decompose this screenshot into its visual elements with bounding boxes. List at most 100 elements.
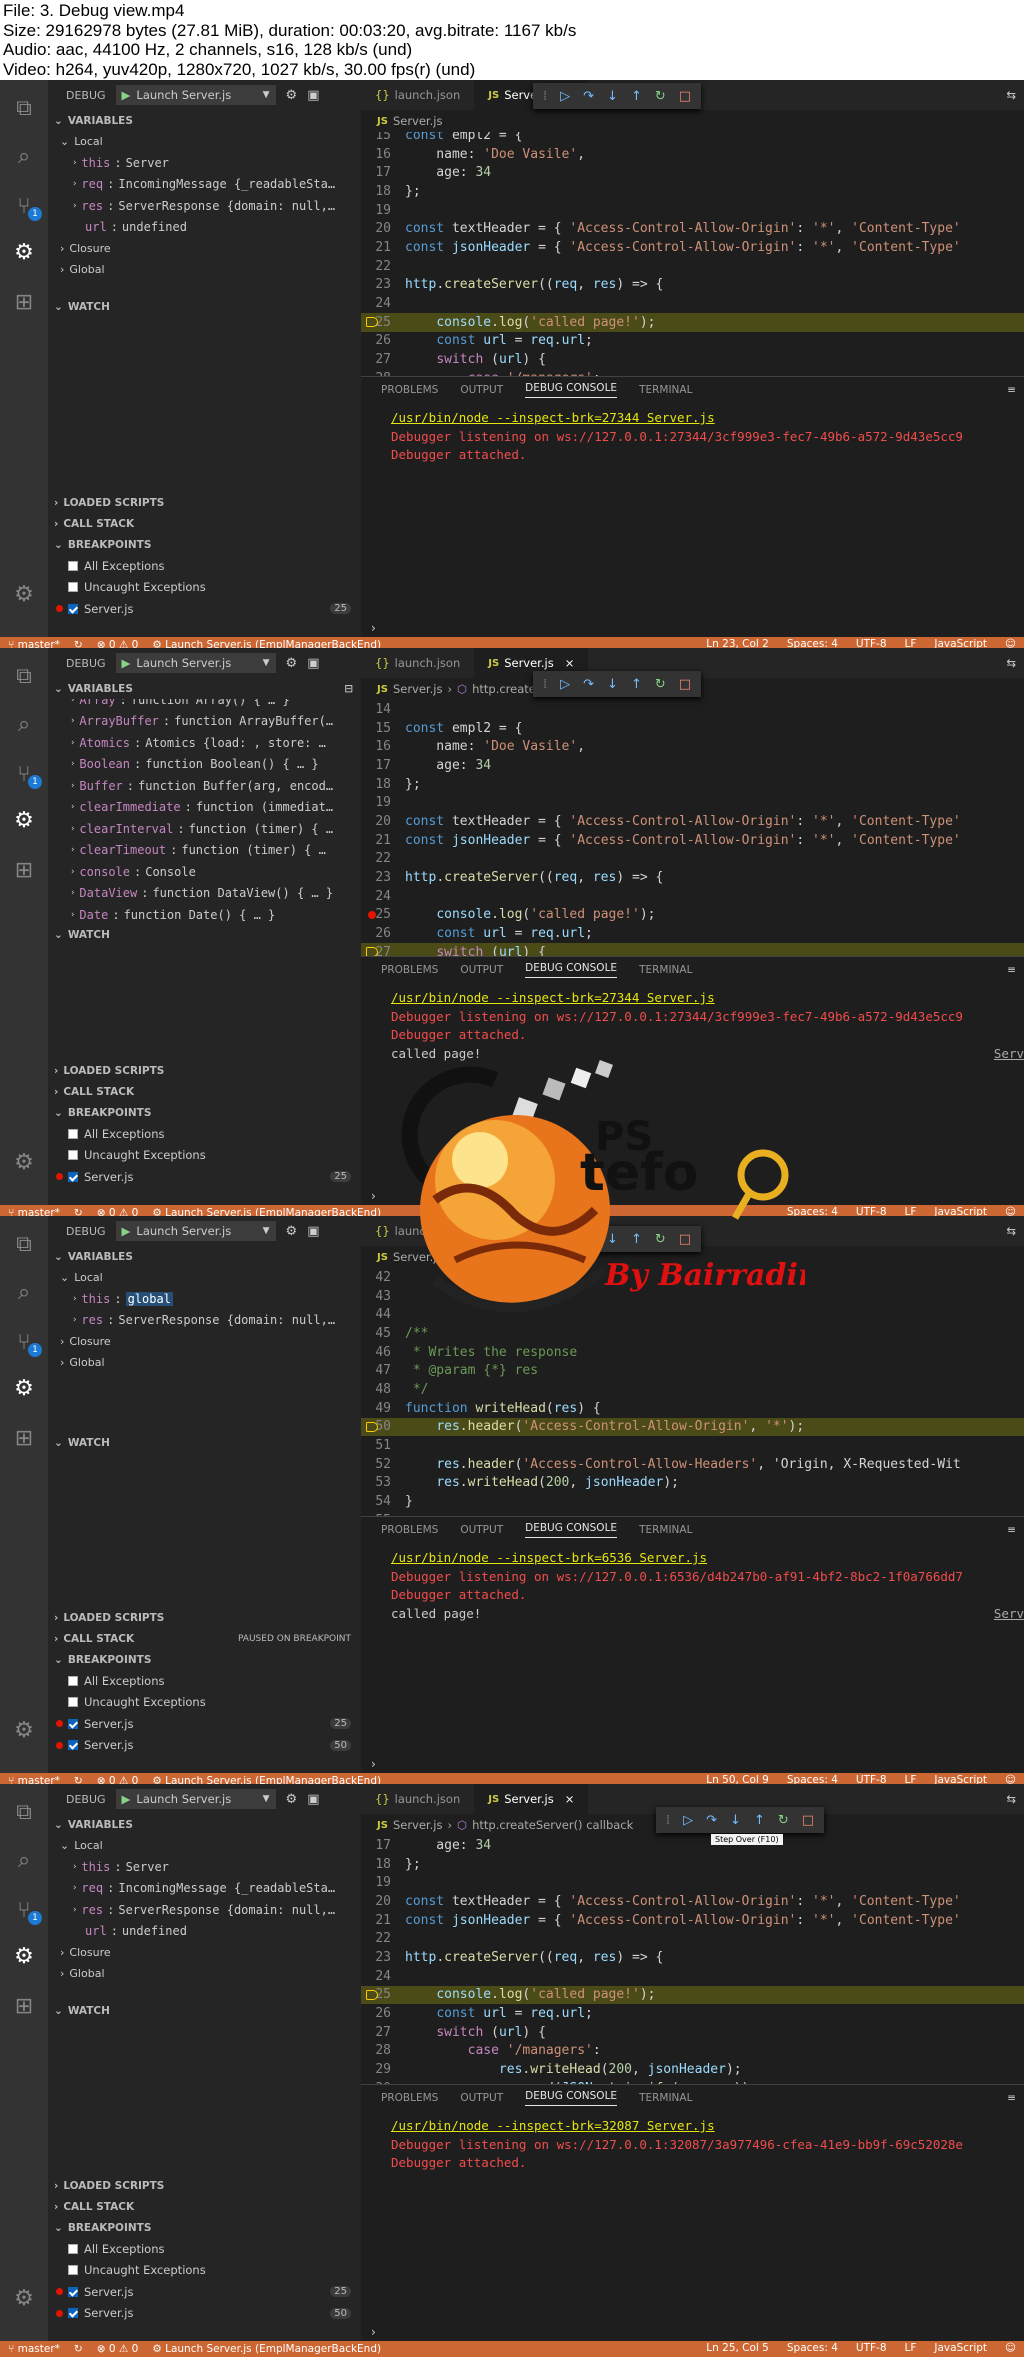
breadcrumb-file[interactable]: Server.js (393, 1818, 443, 1832)
manage-gear-icon[interactable]: ⚙ (10, 580, 38, 608)
start-debug-icon[interactable]: ▶ (122, 88, 131, 102)
debug-icon[interactable]: ⚙ (10, 238, 38, 266)
panel-menu-icon[interactable]: ≡ (1007, 384, 1016, 396)
sync-icon[interactable]: ↻ (74, 2343, 83, 2355)
launch-config-select[interactable]: ▶ Launch Server.js ▼ (115, 85, 276, 105)
code-line[interactable]: 16 name: 'Doe Vasile', (361, 145, 1024, 164)
global-scope[interactable]: › Global (48, 1352, 361, 1373)
watch-section-header[interactable]: ⌄ WATCH (48, 924, 361, 945)
restart-icon[interactable]: ↻ (655, 89, 666, 104)
breakpoints-header[interactable]: ⌄ BREAKPOINTS (48, 1102, 361, 1123)
code-line[interactable]: 24 (361, 294, 1024, 313)
loaded-scripts-header[interactable]: › LOADED SCRIPTS (48, 1060, 361, 1081)
code-editor[interactable]: 14 15 const empl2 = {16 name: 'Doe Vasile'… (361, 700, 1024, 956)
breakpoints-header[interactable]: ⌄ BREAKPOINTS (48, 1649, 361, 1670)
branch-status[interactable]: ⑂ master* (8, 2343, 60, 2355)
code-line[interactable]: 22 (361, 850, 1024, 869)
checkbox[interactable] (68, 1128, 78, 1139)
code-line[interactable]: 49 function writeHead(res) { (361, 1399, 1024, 1418)
search-icon[interactable]: ⌕ (10, 1278, 38, 1306)
extensions-icon[interactable]: ⊞ (10, 288, 38, 316)
checkbox[interactable] (68, 560, 78, 571)
source-control-icon[interactable]: ⑂ 1 (10, 1328, 42, 1357)
code-editor[interactable]: 17 age: 34 18}; 19 20 const textHeader = { '… (361, 1836, 1024, 2084)
code-line[interactable]: 20 const textHeader = { 'Access-Control-A… (361, 219, 1024, 238)
settings-gear-icon[interactable]: ⚙ (286, 88, 298, 103)
search-icon[interactable]: ⌕ (10, 142, 38, 170)
code-line[interactable]: 25 console.log('called page!'); (361, 312, 1024, 332)
step-out-icon[interactable]: ↑ (631, 89, 642, 104)
file-breakpoint[interactable]: Server.js 25 (48, 1166, 361, 1188)
code-line[interactable]: 26 const url = req.url; (361, 332, 1024, 351)
terminal-icon[interactable]: ▣ (307, 1224, 319, 1239)
variable-row[interactable]: › clearImmediate: function (immediat… (48, 797, 361, 819)
code-line[interactable]: 54} (361, 1492, 1024, 1511)
settings-gear-icon[interactable]: ⚙ (286, 1224, 298, 1239)
checkbox[interactable] (68, 1675, 78, 1686)
local-scope[interactable]: ⌄ Local (48, 1267, 361, 1288)
start-debug-icon[interactable]: ▶ (122, 1224, 131, 1238)
tab-output[interactable]: OUTPUT (460, 1524, 503, 1536)
launch-config-select[interactable]: ▶ Launch Server.js ▼ (115, 1221, 276, 1241)
file-breakpoint[interactable]: Server.js 25 (48, 598, 361, 620)
close-icon[interactable]: × (565, 656, 575, 670)
code-line[interactable]: 17 age: 34 (361, 756, 1024, 775)
checkbox[interactable] (68, 1718, 78, 1729)
extensions-icon[interactable]: ⊞ (10, 1424, 38, 1452)
manage-gear-icon[interactable]: ⚙ (10, 2284, 38, 2312)
code-line[interactable]: 19 (361, 1873, 1024, 1892)
smiley-icon[interactable]: ☺ (1005, 2342, 1016, 2354)
watch-section-header[interactable]: ⌄ WATCH (48, 2000, 361, 2021)
variable-row[interactable]: › Boolean: function Boolean() { … } (48, 754, 361, 776)
tab-problems[interactable]: PROBLEMS (381, 384, 438, 396)
code-line[interactable]: 17 age: 34 (361, 163, 1024, 182)
variable-row[interactable]: › req: IncomingMessage {_readableSta… (48, 174, 361, 196)
global-scope[interactable]: › Global (48, 259, 361, 280)
all-exceptions-breakpoint[interactable]: All Exceptions (48, 2238, 361, 2260)
variable-row[interactable]: › req: IncomingMessage {_readableSta… (48, 1878, 361, 1900)
code-line[interactable]: 21 const jsonHeader = { 'Access-Control-A… (361, 831, 1024, 850)
call-stack-header[interactable]: › CALL STACK (48, 1081, 361, 1102)
checkbox[interactable] (68, 1697, 78, 1708)
variable-row[interactable]: › clearTimeout: function (timer) { … (48, 840, 361, 862)
tab-debug-console[interactable]: DEBUG CONSOLE (525, 1522, 618, 1538)
tab-launch-json[interactable]: {} launch.json (361, 1784, 474, 1814)
stop-icon[interactable]: □ (679, 677, 691, 692)
checkbox[interactable] (68, 1171, 78, 1182)
step-out-icon[interactable]: ↑ (754, 1813, 765, 1828)
tab-output[interactable]: OUTPUT (460, 2092, 503, 2104)
restart-icon[interactable]: ↻ (778, 1813, 789, 1828)
code-line[interactable]: 21 const jsonHeader = { 'Access-Control-A… (361, 1911, 1024, 1930)
code-line[interactable]: 51 (361, 1436, 1024, 1455)
explorer-icon[interactable]: ⧉ (10, 1798, 38, 1826)
checkbox[interactable] (68, 2265, 78, 2276)
continue-icon[interactable]: ▷ (560, 89, 570, 104)
code-line[interactable]: 53 res.writeHead(200, jsonHeader); (361, 1474, 1024, 1493)
step-out-icon[interactable]: ↑ (631, 677, 642, 692)
explorer-icon[interactable]: ⧉ (10, 94, 38, 122)
variable-row[interactable]: › res: ServerResponse {domain: null,… (48, 1310, 361, 1332)
closure-scope[interactable]: › Closure (48, 1331, 361, 1352)
code-line[interactable]: 26 const url = req.url; (361, 924, 1024, 943)
uncaught-exceptions-breakpoint[interactable]: Uncaught Exceptions (48, 1145, 361, 1167)
close-icon[interactable]: × (565, 1792, 575, 1806)
code-line[interactable]: 15 const empl2 = { (361, 132, 1024, 145)
tab-terminal[interactable]: TERMINAL (639, 384, 692, 396)
all-exceptions-breakpoint[interactable]: All Exceptions (48, 1670, 361, 1692)
stop-icon[interactable]: □ (802, 1813, 814, 1828)
breadcrumb-file[interactable]: Server.js (393, 114, 443, 128)
launch-config-select[interactable]: ▶ Launch Server.js ▼ (115, 653, 276, 673)
language-mode[interactable]: JavaScript (934, 2342, 987, 2354)
variable-row[interactable]: › res: ServerResponse {domain: null,… (48, 195, 361, 217)
continue-icon[interactable]: ▷ (683, 1813, 693, 1828)
tab-output[interactable]: OUTPUT (460, 384, 503, 396)
loaded-scripts-header[interactable]: › LOADED SCRIPTS (48, 1607, 361, 1628)
all-exceptions-breakpoint[interactable]: All Exceptions (48, 555, 361, 577)
drag-handle-icon[interactable]: ⁞ (666, 1813, 670, 1828)
checkbox[interactable] (68, 1740, 78, 1751)
code-line[interactable]: 27 switch (url) { (361, 2023, 1024, 2042)
line-ending[interactable]: LF (905, 2342, 917, 2354)
breakpoints-header[interactable]: ⌄ BREAKPOINTS (48, 2217, 361, 2238)
variable-row[interactable]: › console: Console (48, 861, 361, 883)
code-line[interactable]: 25 console.log('called page!'); (361, 906, 1024, 925)
